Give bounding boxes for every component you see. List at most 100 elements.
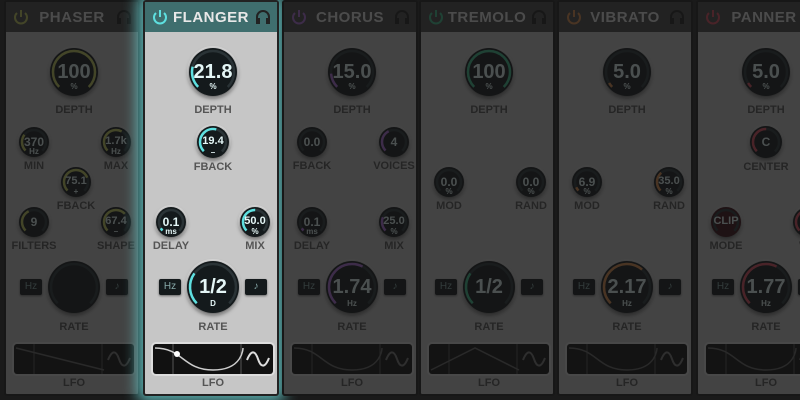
lfo-label: LFO	[616, 377, 638, 389]
lfo-selector[interactable]	[292, 344, 412, 374]
knob-rate[interactable]: 2.17 Hz	[601, 261, 653, 313]
knob-label: DEPTH	[470, 104, 508, 116]
knob-center[interactable]: C	[750, 126, 782, 158]
knob-label: DEPTH	[194, 104, 232, 116]
power-icon[interactable]	[704, 8, 722, 26]
knob-rate[interactable]: 1/2 D	[187, 261, 239, 313]
hz-mode-button[interactable]: Hz	[20, 279, 42, 295]
knob-value: 35.0	[658, 175, 680, 187]
headphones-icon[interactable]	[531, 10, 547, 24]
knob-label: RATE	[751, 321, 781, 333]
knob-arc	[49, 262, 99, 312]
knob-shape[interactable]: 67.4 –	[101, 207, 131, 237]
hz-mode-button[interactable]: Hz	[435, 279, 457, 295]
knob-label: WA	[768, 240, 800, 252]
knob-depth[interactable]: 100 %	[465, 48, 513, 96]
knob-label: RATE	[198, 321, 228, 333]
knob-depth[interactable]: 15.0 %	[328, 48, 376, 96]
knob-value: 21.8	[193, 61, 233, 83]
tempo-sync-button[interactable]: ♪	[384, 279, 406, 295]
knob-unit: %	[623, 82, 631, 91]
knob-depth[interactable]: 5.0 %	[603, 48, 651, 96]
knob-fback[interactable]: 19.4 –	[197, 126, 229, 158]
panel-flanger: FLANGER 21.8 % DEPTH 19.4 – FBACK 0.1 ms…	[143, 0, 279, 396]
lfo-selector[interactable]	[153, 344, 273, 374]
knob-rand[interactable]: 0.0 %	[516, 167, 546, 197]
knob-value: 100	[57, 61, 91, 83]
knob-value: 5.0	[752, 61, 780, 83]
knob-fback[interactable]: 0.0	[297, 127, 327, 157]
panel-title: CHORUS	[315, 8, 384, 26]
knob-mod[interactable]: 0.0 %	[434, 167, 464, 197]
tempo-sync-button[interactable]: ♪	[245, 279, 267, 295]
panel-chorus: CHORUS 15.0 % DEPTH 0.0 FBACK 4 VOICES 0…	[282, 0, 418, 396]
knob-rate[interactable]: 1.77 Hz	[740, 261, 792, 313]
knob-unit: %	[251, 227, 259, 236]
knob-mix[interactable]: 25.0 %	[379, 207, 409, 237]
knob-label: MODE	[709, 240, 743, 252]
triangle-wave-icon	[522, 351, 546, 367]
knob-mod[interactable]: 6.9 %	[572, 167, 602, 197]
knob-value: 19.4	[202, 135, 224, 147]
lfo-selector[interactable]	[567, 344, 687, 374]
knob-wa[interactable]: 1	[793, 207, 800, 237]
lfo-selector[interactable]	[706, 344, 800, 374]
headphones-icon[interactable]	[669, 10, 685, 24]
knob-unit: ms	[306, 227, 318, 236]
knob-min[interactable]: 370 Hz	[19, 127, 49, 157]
hz-mode-button[interactable]: Hz	[298, 279, 320, 295]
headphones-icon[interactable]	[394, 10, 410, 24]
lfo-selector[interactable]	[429, 344, 549, 374]
knob-value: 1/2	[475, 276, 503, 298]
panel-title: PHASER	[39, 8, 105, 26]
knob-label: RATE	[612, 321, 642, 333]
hz-mode-button[interactable]: Hz	[159, 279, 181, 295]
knob-depth[interactable]: 21.8 %	[189, 48, 237, 96]
knob-rate[interactable]: 1.74 Hz	[326, 261, 378, 313]
power-icon[interactable]	[427, 8, 445, 26]
knob-voices[interactable]: 4	[379, 127, 409, 157]
knob-unit: D	[210, 299, 216, 308]
knob-unit: %	[485, 82, 493, 91]
power-icon[interactable]	[565, 8, 583, 26]
power-icon[interactable]	[290, 8, 308, 26]
power-icon[interactable]	[12, 8, 30, 26]
knob-depth[interactable]: 5.0 %	[742, 48, 790, 96]
knob-label: DEPTH	[608, 104, 646, 116]
knob-delay[interactable]: 0.1 ms	[297, 207, 327, 237]
knob-unit: Hz	[29, 147, 39, 156]
knob-rand[interactable]: 35.0 %	[654, 167, 684, 197]
tempo-sync-button[interactable]: ♪	[106, 279, 128, 295]
hz-mode-button[interactable]: Hz	[573, 279, 595, 295]
knob-delay[interactable]: 0.1 ms	[156, 207, 186, 237]
tempo-sync-button[interactable]: ♪	[659, 279, 681, 295]
headphones-icon[interactable]	[255, 10, 271, 24]
knob-unit: ms	[165, 227, 177, 236]
knob-unit: %	[527, 187, 535, 196]
knob-value: 4	[390, 135, 398, 149]
knob-fback[interactable]: 75.1 +	[61, 167, 91, 197]
knob-label: DEPTH	[333, 104, 371, 116]
tempo-sync-button[interactable]: ♪	[521, 279, 543, 295]
knob-unit: +	[73, 187, 79, 196]
globe-icon	[107, 351, 131, 367]
knob-value: 67.4	[105, 215, 127, 227]
power-icon[interactable]	[151, 8, 169, 26]
knob-value: C	[761, 135, 771, 149]
knob-mix[interactable]: 50.0 %	[240, 207, 270, 237]
knob-rate[interactable]	[48, 261, 100, 313]
lfo-label: LFO	[478, 377, 500, 389]
hz-mode-button[interactable]: Hz	[712, 279, 734, 295]
headphones-icon[interactable]	[116, 10, 132, 24]
knob-mode[interactable]: CLIP	[711, 207, 741, 237]
knob-value: 9	[30, 215, 38, 229]
knob-unit: %	[445, 187, 453, 196]
knob-filters[interactable]: 9	[19, 207, 49, 237]
panel-phaser: PHASER 100 % DEPTH 370 Hz MIN 1.7k Hz MA…	[4, 0, 140, 396]
knob-max[interactable]: 1.7k Hz	[101, 127, 131, 157]
sine-wave-icon	[385, 351, 409, 367]
knob-label: DEPTH	[55, 104, 93, 116]
knob-depth[interactable]: 100 %	[50, 48, 98, 96]
knob-rate[interactable]: 1/2	[463, 261, 515, 313]
lfo-selector[interactable]	[14, 344, 134, 374]
